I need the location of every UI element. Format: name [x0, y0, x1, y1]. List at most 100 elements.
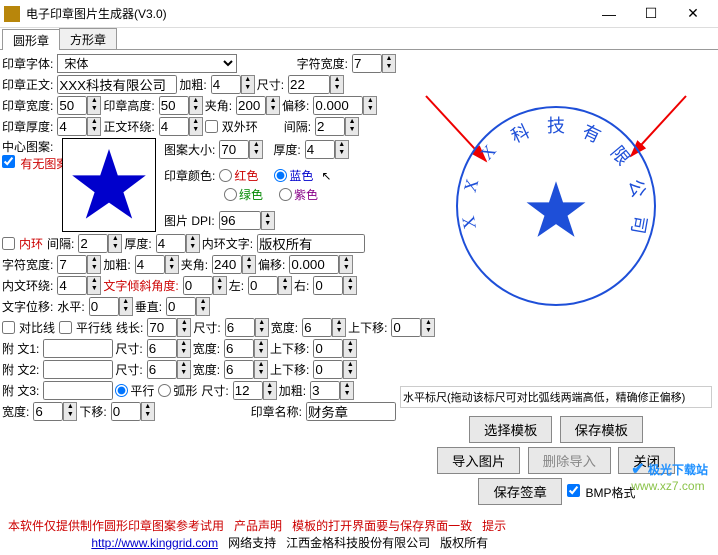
- double-ring-checkbox[interactable]: [205, 120, 218, 133]
- char-width-label: 字符宽度:: [297, 55, 348, 72]
- offset2-input[interactable]: [289, 255, 339, 274]
- bold-input[interactable]: [211, 75, 241, 94]
- dpi-input[interactable]: [219, 211, 261, 230]
- parallel-checkbox[interactable]: [59, 321, 72, 334]
- inner-ring-checkbox[interactable]: [2, 237, 15, 250]
- bold2-input[interactable]: [135, 255, 165, 274]
- text-label: 印章正文:: [2, 76, 53, 93]
- angle-input[interactable]: [236, 96, 266, 115]
- offset2-label: 偏移:: [258, 256, 285, 273]
- text-input[interactable]: [57, 75, 177, 94]
- center-thick-label: 厚度:: [273, 141, 300, 158]
- cursor-icon: ↖: [321, 169, 331, 183]
- a2-size-input[interactable]: [147, 360, 177, 379]
- textpos-v-input[interactable]: [166, 297, 196, 316]
- has-pattern-checkbox[interactable]: [2, 155, 15, 168]
- linelen-input[interactable]: [147, 318, 177, 337]
- a3-parallel-label: 平行: [130, 382, 154, 399]
- around-input[interactable]: [159, 117, 189, 136]
- angle2-label: 夹角:: [181, 256, 208, 273]
- a3-size-label: 尺寸:: [201, 382, 228, 399]
- inner-text-input[interactable]: [257, 234, 365, 253]
- charw2-input[interactable]: [57, 255, 87, 274]
- gap-input[interactable]: [315, 117, 345, 136]
- textpos-h-input[interactable]: [89, 297, 119, 316]
- close-window-button[interactable]: ✕: [672, 1, 714, 27]
- a1-width-input[interactable]: [224, 339, 254, 358]
- color-red-label: 红色: [234, 167, 258, 184]
- color-green-radio[interactable]: [224, 188, 237, 201]
- color-red-radio[interactable]: [219, 169, 232, 182]
- stamp-name-input[interactable]: [306, 402, 396, 421]
- minimize-button[interactable]: —: [588, 1, 630, 27]
- bold-label: 加粗:: [179, 76, 206, 93]
- wide-input[interactable]: [33, 402, 63, 421]
- a3-size-input[interactable]: [233, 381, 263, 400]
- a1-size-label: 尺寸:: [115, 340, 142, 357]
- char-width-input[interactable]: [352, 54, 382, 73]
- offset-input[interactable]: [313, 96, 363, 115]
- a2-width-label: 宽度:: [193, 361, 220, 378]
- window-title: 电子印章图片生成器(V3.0): [26, 5, 588, 22]
- inner-thick-input[interactable]: [156, 234, 186, 253]
- angle2-input[interactable]: [212, 255, 242, 274]
- center-thick-input[interactable]: [305, 140, 335, 159]
- save-template-button[interactable]: 保存模板: [560, 416, 643, 443]
- size-input[interactable]: [288, 75, 330, 94]
- attach1-input[interactable]: [43, 339, 113, 358]
- a3-arc-label: 弧形: [173, 382, 197, 399]
- tilt-right-input[interactable]: [313, 276, 343, 295]
- inner-around-input[interactable]: [57, 276, 87, 295]
- c-width-input[interactable]: [302, 318, 332, 337]
- save-sign-button[interactable]: 保存签章: [478, 478, 561, 505]
- stamp-w-input[interactable]: [57, 96, 87, 115]
- stamp-h-input[interactable]: [159, 96, 189, 115]
- a3-bold-input[interactable]: [310, 381, 340, 400]
- a2-ud-input[interactable]: [313, 360, 343, 379]
- import-image-button[interactable]: 导入图片: [437, 447, 520, 474]
- select-template-button[interactable]: 选择模板: [469, 416, 552, 443]
- has-pattern-label: 有无图案: [20, 155, 50, 172]
- attach2-label: 附 文2:: [2, 361, 39, 378]
- down-input[interactable]: [111, 402, 141, 421]
- inner-ring-label: 内环: [19, 235, 43, 252]
- stamp-name-label: 印章名称:: [251, 403, 302, 420]
- tab-square[interactable]: 方形章: [59, 28, 117, 49]
- linelen-label: 线长:: [116, 319, 143, 336]
- delete-import-button[interactable]: 删除导入: [528, 447, 611, 474]
- seal-char: 技: [547, 112, 565, 138]
- a1-ud-input[interactable]: [313, 339, 343, 358]
- charw2-label: 字符宽度:: [2, 256, 53, 273]
- tilt-input[interactable]: [183, 276, 213, 295]
- a1-width-label: 宽度:: [193, 340, 220, 357]
- footer-url[interactable]: http://www.kinggrid.com: [91, 536, 218, 550]
- maximize-button[interactable]: ☐: [630, 1, 672, 27]
- tilt-right-label: 右:: [294, 277, 309, 294]
- pattern-size-input[interactable]: [219, 140, 249, 159]
- color-label: 印章颜色:: [164, 167, 215, 184]
- font-select[interactable]: 宋体: [57, 54, 237, 73]
- color-purple-radio[interactable]: [279, 188, 292, 201]
- inner-around-label: 内文环绕:: [2, 277, 53, 294]
- a1-size-input[interactable]: [147, 339, 177, 358]
- seal-star-icon: [524, 178, 588, 242]
- attach2-input[interactable]: [43, 360, 113, 379]
- a3-parallel-radio[interactable]: [115, 384, 128, 397]
- char-width-spinner[interactable]: ▲▼: [382, 54, 396, 73]
- contrast-label: 对比线: [19, 319, 55, 336]
- bmp-label: BMP格式: [585, 486, 635, 500]
- tilt-left-input[interactable]: [248, 276, 278, 295]
- contrast-checkbox[interactable]: [2, 321, 15, 334]
- color-blue-radio[interactable]: [274, 169, 287, 182]
- thick-input[interactable]: [57, 117, 87, 136]
- footer-copyright: 版权所有: [440, 536, 488, 550]
- c-size-input[interactable]: [225, 318, 255, 337]
- tab-round[interactable]: 圆形章: [2, 29, 60, 50]
- bmp-checkbox[interactable]: [567, 484, 580, 497]
- a2-width-input[interactable]: [224, 360, 254, 379]
- color-blue-label: 蓝色: [289, 167, 313, 184]
- attach3-input[interactable]: [43, 381, 113, 400]
- a2-size-label: 尺寸:: [115, 361, 142, 378]
- inner-gap-input[interactable]: [78, 234, 108, 253]
- a3-arc-radio[interactable]: [158, 384, 171, 397]
